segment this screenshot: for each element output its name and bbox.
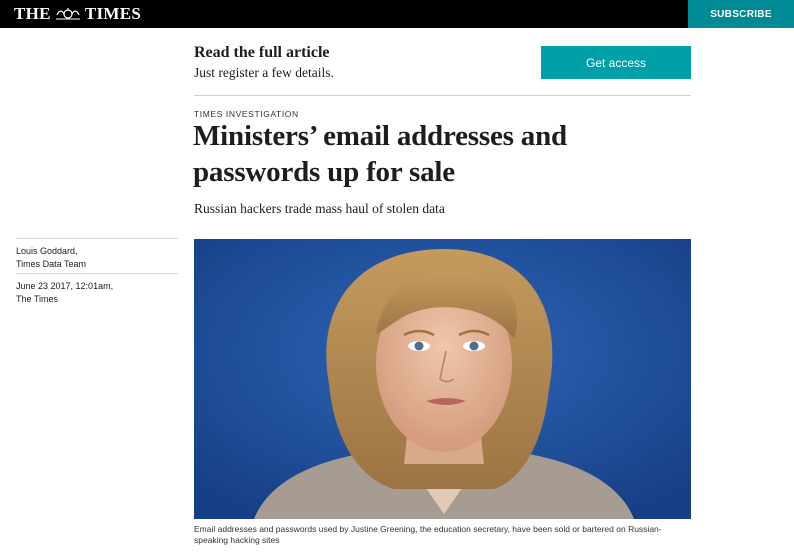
publish-date: June 23 2017, 12:01am, bbox=[16, 281, 114, 291]
author-team: Times Data Team bbox=[16, 259, 87, 269]
byline-author: Louis Goddard, Times Data Team bbox=[16, 245, 86, 271]
byline-divider-bottom bbox=[16, 273, 178, 274]
article-standfirst: Russian hackers trade mass haul of stole… bbox=[194, 201, 445, 216]
crest-icon bbox=[55, 8, 80, 20]
author-name[interactable]: Louis Goddard, bbox=[16, 245, 86, 258]
times-logo[interactable]: THE TIMES bbox=[14, 4, 141, 24]
subscribe-button[interactable]: SUBSCRIBE bbox=[688, 0, 794, 28]
top-bar: THE TIMES SUBSCRIBE bbox=[0, 0, 794, 28]
image-caption: Email addresses and passwords used by Ju… bbox=[194, 524, 694, 546]
register-prompt-title: Read the full article bbox=[194, 44, 330, 61]
byline-date: June 23 2017, 12:01am, The Times bbox=[16, 280, 113, 306]
divider bbox=[194, 95, 691, 96]
byline-divider-top bbox=[16, 238, 178, 239]
get-access-button[interactable]: Get access bbox=[541, 46, 691, 79]
headline-line-1: Ministers’ email addresses and bbox=[193, 120, 567, 152]
headline-line-2: passwords up for sale bbox=[193, 156, 455, 188]
lead-image bbox=[194, 239, 691, 519]
logo-text-times: TIMES bbox=[84, 4, 142, 23]
register-prompt-subtitle: Just register a few details. bbox=[194, 65, 334, 80]
caption-line-2: speaking hacking sites bbox=[194, 535, 280, 545]
publication-name: The Times bbox=[16, 294, 59, 304]
logo-text-the: THE bbox=[14, 4, 51, 23]
article-headline: Ministers’ email addresses and passwords… bbox=[193, 118, 693, 190]
portrait-illustration bbox=[194, 239, 691, 519]
caption-line-1: Email addresses and passwords used by Ju… bbox=[194, 524, 662, 534]
